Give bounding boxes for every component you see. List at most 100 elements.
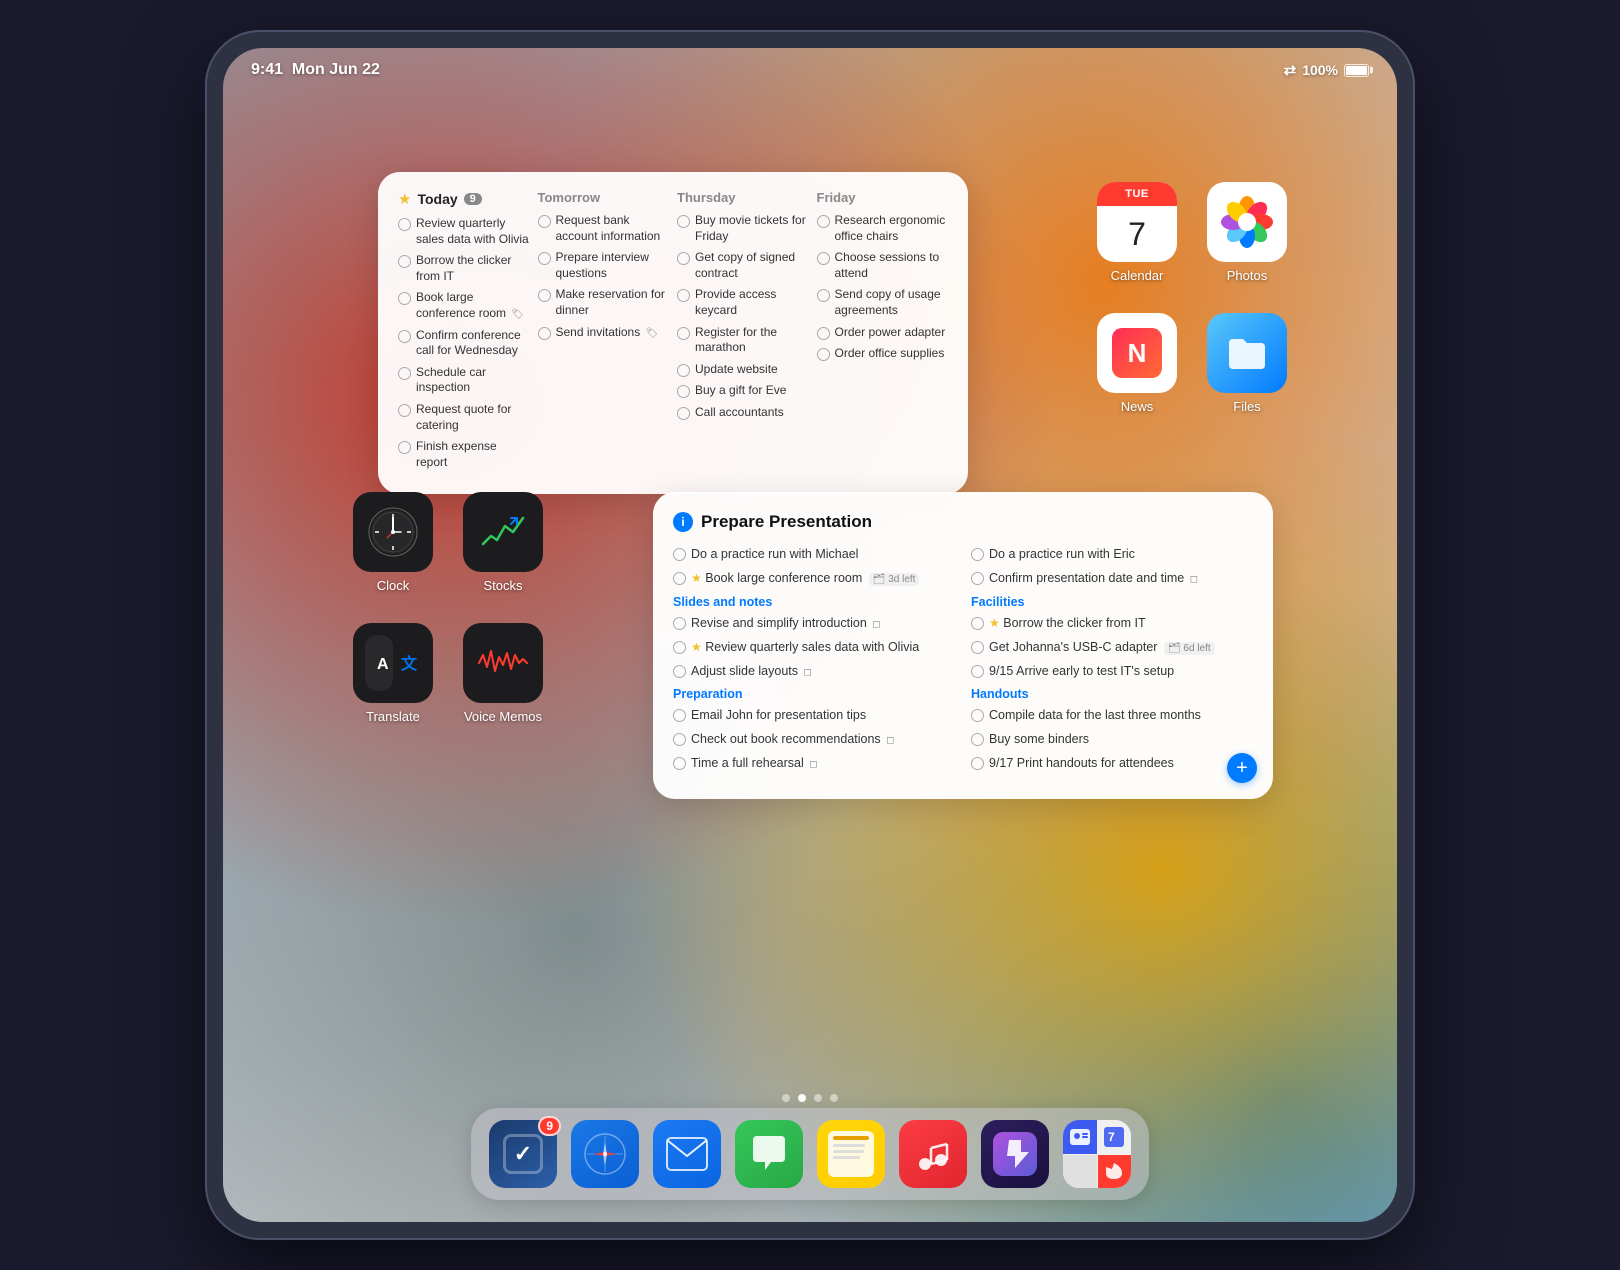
task-item[interactable]: Research ergonomic office chairs [817,213,949,244]
task-item[interactable]: Book large conference room 🏷 [398,290,530,321]
task-item[interactable]: Confirm conference call for Wednesday [398,328,530,359]
safari-icon [571,1120,639,1188]
pres-task[interactable]: Check out book recommendations ◻ [673,731,955,748]
wifi-icon: ⇄ [1284,61,1297,79]
stocks-app[interactable]: Stocks [463,492,543,593]
task-item[interactable]: Make reservation for dinner [538,287,670,318]
task-item[interactable]: Review quarterly sales data with Olivia [398,216,530,247]
task-item[interactable]: Buy a gift for Eve [677,383,809,399]
notes-dock-icon[interactable] [817,1120,885,1188]
task-text: Get copy of signed contract [695,250,809,281]
music-svg [913,1134,953,1174]
safari-dock-icon[interactable] [571,1120,639,1188]
task-item[interactable]: Request bank account information [538,213,670,244]
task-circle [817,215,830,228]
pres-task[interactable]: Compile data for the last three months [971,707,1253,724]
pres-circle [673,548,686,561]
page-dot-4[interactable] [830,1094,838,1102]
task-item[interactable]: Order office supplies [817,346,949,362]
calendar-icon: TUE 7 [1097,182,1177,262]
task-item[interactable]: Schedule car inspection [398,365,530,396]
pres-text: ★ Book large conference room 🗂 3d left [691,570,919,587]
thursday-column: Thursday Buy movie tickets for Friday Ge… [677,190,809,476]
page-dot-1[interactable] [782,1094,790,1102]
pres-task[interactable]: ★ Book large conference room 🗂 3d left [673,570,955,587]
pres-header: i Prepare Presentation [673,512,1253,532]
pres-circle [971,665,984,678]
tomorrow-column: Tomorrow Request bank account informatio… [538,190,670,476]
task-item[interactable]: Send invitations 🏷 [538,325,670,341]
task-item[interactable]: Borrow the clicker from IT [398,253,530,284]
pres-task[interactable]: 9/17 Print handouts for attendees [971,755,1253,772]
task-item[interactable]: Order power adapter [817,325,949,341]
translate-label: Translate [366,709,420,724]
cardhop-dock-icon[interactable]: 7 [1063,1120,1131,1188]
voice-memos-icon [463,623,543,703]
pres-circle [971,572,984,585]
messages-dock-icon[interactable] [735,1120,803,1188]
omnifocus-badge: 9 [538,1116,561,1136]
task-item[interactable]: Buy movie tickets for Friday [677,213,809,244]
pres-task[interactable]: ★ Review quarterly sales data with Olivi… [673,639,955,656]
pres-task[interactable]: Do a practice run with Eric [971,546,1253,563]
task-circle [398,404,411,417]
mail-dock-icon[interactable] [653,1120,721,1188]
safari-svg [583,1132,627,1176]
pres-task[interactable]: Do a practice run with Michael [673,546,955,563]
stocks-label: Stocks [483,578,522,593]
task-item[interactable]: Register for the marathon [677,325,809,356]
pres-task[interactable]: Email John for presentation tips [673,707,955,724]
pres-section-slides: Slides and notes [673,595,955,609]
music-dock-icon[interactable] [899,1120,967,1188]
task-item[interactable]: Choose sessions to attend [817,250,949,281]
music-icon [899,1120,967,1188]
pres-task[interactable]: Confirm presentation date and time ◻ [971,570,1253,587]
pres-text: Email John for presentation tips [691,707,866,724]
task-text: Send copy of usage agreements [835,287,949,318]
pres-left-col: Do a practice run with Michael ★ Book la… [673,546,955,779]
page-dot-3[interactable] [814,1094,822,1102]
news-app[interactable]: N News [1097,313,1177,414]
today-star-icon: ★ [398,190,411,208]
news-label: News [1121,399,1154,414]
task-item[interactable]: Call accountants [677,405,809,421]
shortcuts-dock-icon[interactable] [981,1120,1049,1188]
pres-task[interactable]: Time a full rehearsal ◻ [673,755,955,772]
voice-memos-app[interactable]: Voice Memos [463,623,543,724]
translate-app[interactable]: A 文 Translate [353,623,433,724]
files-app[interactable]: Files [1207,313,1287,414]
svg-text:A: A [377,656,389,673]
status-bar: 9:41 Mon Jun 22 ⇄ 100% [223,48,1397,92]
task-text: Prepare interview questions [556,250,670,281]
task-circle [398,292,411,305]
pres-task[interactable]: Revise and simplify introduction ◻ [673,615,955,632]
pres-task[interactable]: Adjust slide layouts ◻ [673,663,955,680]
task-circle [817,289,830,302]
pres-section-facilities: Facilities [971,595,1253,609]
pres-circle [971,617,984,630]
photos-icon [1207,182,1287,262]
task-item[interactable]: Request quote for catering [398,402,530,433]
task-circle [817,327,830,340]
task-item[interactable]: Provide access keycard [677,287,809,318]
photos-app[interactable]: Photos [1207,182,1287,283]
task-item[interactable]: Finish expense report [398,439,530,470]
notes-icon [817,1120,885,1188]
page-dot-2[interactable] [798,1094,806,1102]
task-item[interactable]: Send copy of usage agreements [817,287,949,318]
task-item[interactable]: Get copy of signed contract [677,250,809,281]
task-item[interactable]: Update website [677,362,809,378]
pres-task[interactable]: Get Johanna's USB-C adapter 🗂 6d left [971,639,1253,656]
pres-task[interactable]: 9/15 Arrive early to test IT's setup [971,663,1253,680]
clock-app[interactable]: Clock [353,492,433,593]
calendar-app[interactable]: TUE 7 Calendar [1097,182,1177,283]
pres-task[interactable]: Buy some binders [971,731,1253,748]
task-circle [538,327,551,340]
pres-add-button[interactable]: + [1227,753,1257,783]
task-text: Register for the marathon [695,325,809,356]
omnifocus-dock-icon[interactable]: 9 [489,1120,557,1188]
clock-icon [353,492,433,572]
pres-task[interactable]: ★ Borrow the clicker from IT [971,615,1253,632]
task-item[interactable]: Prepare interview questions [538,250,670,281]
tomorrow-header: Tomorrow [538,190,670,205]
